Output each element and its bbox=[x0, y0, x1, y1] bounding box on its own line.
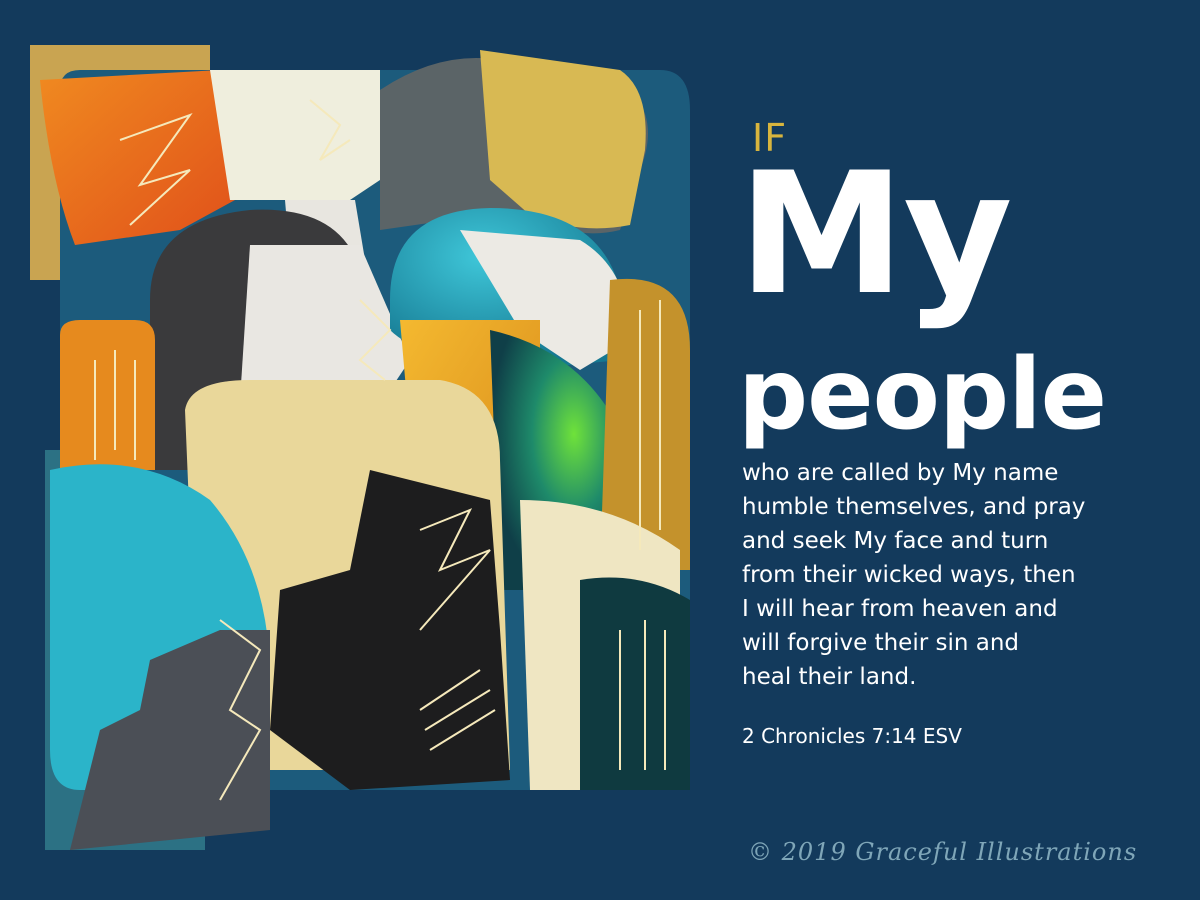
verse-reference: 2 Chronicles 7:14 ESV bbox=[742, 724, 962, 748]
people-illustration bbox=[30, 45, 690, 850]
cream-head-shape bbox=[210, 70, 380, 200]
verse-line: from their wicked ways, then bbox=[742, 562, 1076, 588]
title-my: My bbox=[738, 136, 1013, 332]
title-people: people bbox=[738, 338, 1107, 452]
verse-line: and seek My face and turn bbox=[742, 528, 1049, 554]
verse-line: heal their land. bbox=[742, 664, 917, 690]
copyright-notice: © 2019 Graceful Illustrations bbox=[748, 838, 1138, 866]
orange-column-shape bbox=[60, 320, 155, 470]
verse-line: humble themselves, and pray bbox=[742, 494, 1086, 520]
poster: IF My people who are called by My name h… bbox=[0, 0, 1200, 900]
verse-line: I will hear from heaven and bbox=[742, 596, 1058, 622]
dark-teal-column-shape bbox=[580, 577, 690, 790]
verse-line: will forgive their sin and bbox=[742, 630, 1020, 656]
verse-line: who are called by My name bbox=[742, 460, 1059, 486]
verse-text: who are called by My name humble themsel… bbox=[742, 456, 1152, 694]
